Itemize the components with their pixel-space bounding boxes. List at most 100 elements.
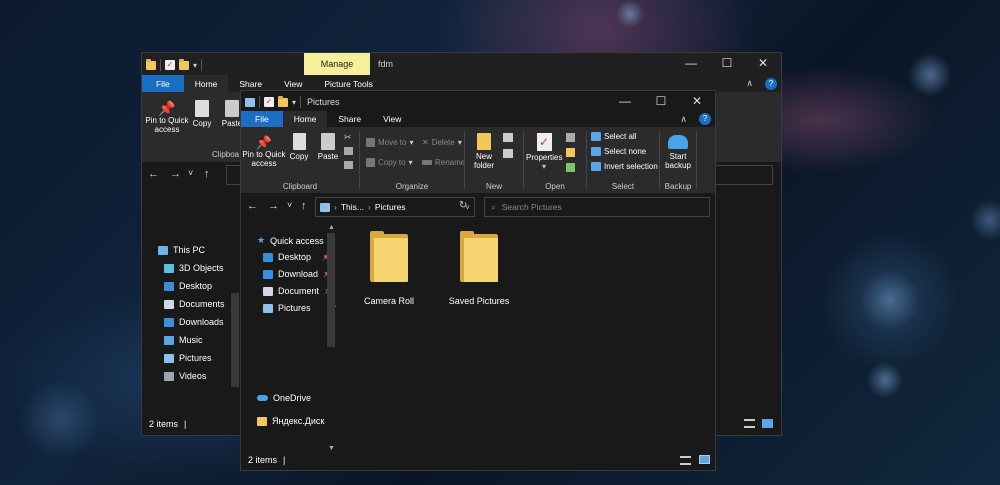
copy-button[interactable]: Copy [190, 100, 214, 128]
breadcrumb-pictures[interactable]: Pictures [375, 202, 406, 212]
nav-pictures[interactable]: Pictures📌 [263, 303, 336, 313]
search-input[interactable]: ⌕ Search Pictures [484, 197, 710, 217]
help-icon[interactable]: ? [699, 113, 711, 125]
tab-file[interactable]: File [142, 75, 184, 92]
close-button[interactable]: ✕ [745, 53, 781, 73]
help-icon[interactable]: ? [765, 78, 777, 90]
nav-pictures[interactable]: Pictures [164, 353, 212, 363]
minimize-button[interactable]: — [673, 53, 709, 73]
properties-icon[interactable]: ✓ [264, 97, 274, 107]
window-title: Pictures [307, 97, 340, 107]
cut-icon[interactable]: ✂ [344, 132, 352, 143]
start-backup-button[interactable]: Start backup [662, 133, 694, 170]
copy-to-button[interactable]: Copy to ▾ [366, 158, 413, 167]
paste-shortcut-icon[interactable] [344, 161, 353, 169]
folder-saved-pictures[interactable]: Saved Pictures [434, 231, 526, 310]
history-icon[interactable] [566, 163, 575, 172]
nav-3d-objects[interactable]: 3D Objects [164, 263, 224, 273]
tab-view[interactable]: View [372, 111, 412, 127]
nav-onedrive[interactable]: OneDrive [257, 393, 311, 403]
open-group: ✓ Properties ▾ Open [524, 127, 586, 193]
refresh-icon[interactable]: ↻ [459, 200, 467, 211]
close-button[interactable]: ✕ [679, 91, 715, 111]
new-folder-icon [477, 133, 491, 150]
collapse-ribbon-icon[interactable]: ∧ [746, 78, 753, 89]
tab-share[interactable]: Share [327, 111, 372, 127]
maximize-button[interactable]: ☐ [643, 91, 679, 111]
tab-home[interactable]: Home [183, 75, 229, 92]
pin-icon: 📌 [158, 100, 176, 116]
cube-icon [164, 263, 174, 273]
new-folder-icon[interactable] [278, 95, 288, 107]
properties-button[interactable]: ✓ Properties ▾ [526, 133, 562, 171]
new-folder-button[interactable]: New folder [469, 133, 499, 170]
backup-group: Start backup Backup [660, 127, 696, 193]
scroll-up-button[interactable]: ▲ [328, 224, 335, 231]
maximize-button[interactable]: ☐ [709, 53, 745, 73]
forward-button[interactable]: → [170, 168, 181, 180]
clipboard-group: 📌 Pin to Quick access Copy Paste ✂ Clipb… [242, 132, 353, 191]
new-group: New folder New [465, 127, 523, 193]
recent-locations-button[interactable]: ˅ [287, 200, 292, 210]
address-bar[interactable]: › This... › Pictures ˅ [315, 197, 475, 217]
front-nav-scrollbar[interactable] [327, 233, 335, 347]
recent-locations-button[interactable]: ˅ [188, 168, 193, 178]
front-nav-pane: ★Quick access Desktop📌 Download📌 Documen… [241, 222, 337, 451]
properties-icon[interactable]: ✓ [165, 60, 175, 70]
back-button[interactable]: ← [247, 200, 258, 212]
back-nav-scrollbar[interactable] [231, 293, 239, 387]
details-view-icon[interactable] [744, 419, 755, 428]
back-titlebar: ✓ ▾ Manage fdm — ☐ ✕ [142, 53, 781, 75]
qat-dropdown[interactable]: ▾ [193, 61, 197, 70]
up-button[interactable]: ↑ [301, 200, 307, 212]
pin-quick-access-button[interactable]: 📌 Pin to Quick access [242, 135, 286, 168]
collapse-ribbon-icon[interactable]: ∧ [680, 114, 687, 125]
paste-button[interactable]: Paste [315, 133, 341, 161]
clipboard-icon [321, 133, 335, 150]
tab-file[interactable]: File [241, 111, 283, 127]
front-status-bar: 2 items | [241, 450, 715, 470]
minimize-button[interactable]: — [607, 91, 643, 111]
nav-downloads[interactable]: Download📌 [263, 269, 332, 279]
nav-documents[interactable]: Documents [164, 299, 225, 309]
nav-documents[interactable]: Document📌 [263, 286, 333, 296]
new-folder-icon[interactable] [179, 58, 189, 70]
nav-desktop[interactable]: Desktop [164, 281, 212, 291]
details-view-icon[interactable] [680, 456, 691, 465]
tab-home[interactable]: Home [282, 111, 328, 127]
large-icons-view-icon[interactable] [762, 419, 773, 428]
move-to-button[interactable]: Move to ▾ [366, 138, 413, 147]
nav-yandex-disk[interactable]: Яндекс.Диск [257, 416, 324, 426]
select-all-button[interactable]: Select all [591, 132, 636, 141]
window-title: fdm [378, 59, 394, 69]
manage-tab[interactable]: Manage [304, 53, 370, 75]
nav-videos[interactable]: Videos [164, 371, 206, 381]
breadcrumb-this-pc[interactable]: This... [341, 202, 364, 212]
select-none-button[interactable]: Select none [591, 147, 646, 156]
nav-quick-access[interactable]: ★ Quick access [257, 235, 324, 246]
back-button[interactable]: ← [148, 168, 159, 180]
pin-icon: 📌 [255, 135, 273, 150]
organize-group: Move to ▾ Copy to ▾ ✕ Delete ▾ Rename Organi… [360, 127, 465, 193]
nav-desktop[interactable]: Desktop📌 [263, 252, 331, 262]
qat-dropdown[interactable]: ▾ [292, 98, 296, 107]
move-to-icon [366, 138, 375, 147]
forward-button[interactable]: → [268, 200, 279, 212]
nav-downloads[interactable]: Downloads [164, 317, 224, 327]
copy-button[interactable]: Copy [287, 133, 311, 161]
rename-button[interactable]: Rename [422, 158, 465, 167]
easy-access-icon[interactable] [503, 149, 513, 158]
new-item-icon[interactable] [503, 133, 513, 142]
folder-camera-roll[interactable]: Camera Roll [344, 231, 436, 310]
folder-icon [370, 231, 408, 282]
up-button[interactable]: ↑ [204, 168, 210, 180]
nav-music[interactable]: Music [164, 335, 203, 345]
large-icons-view-icon[interactable] [699, 455, 710, 464]
copy-path-icon[interactable] [344, 147, 353, 155]
delete-button[interactable]: ✕ Delete ▾ [422, 138, 462, 147]
nav-this-pc[interactable]: This PC [158, 245, 205, 255]
invert-selection-button[interactable]: Invert selection [591, 162, 658, 171]
edit-icon[interactable] [566, 148, 575, 157]
pin-quick-access-button[interactable]: 📌 Pin to Quick access [144, 100, 190, 134]
open-icon[interactable] [566, 133, 575, 142]
